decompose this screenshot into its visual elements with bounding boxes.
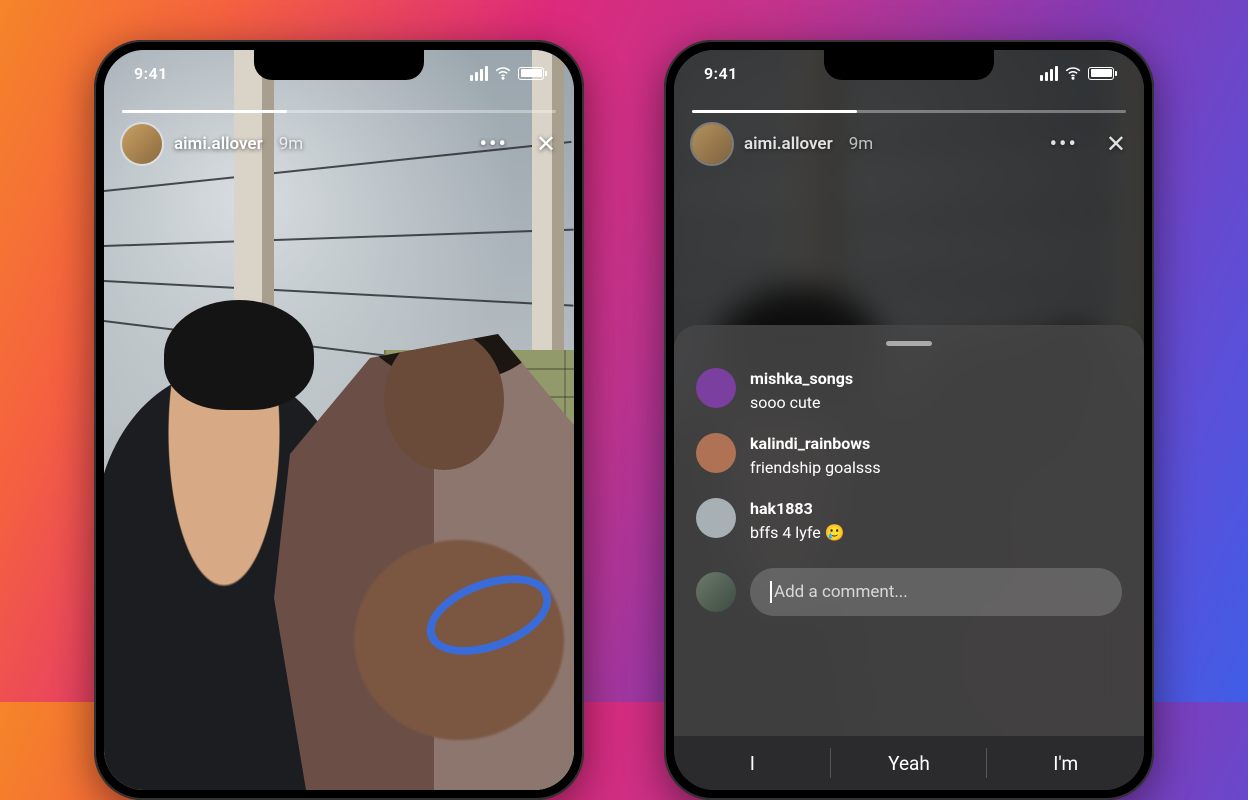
author-username[interactable]: aimi.allover <box>174 134 263 154</box>
author-username: aimi.allover <box>744 134 833 154</box>
device-notch <box>254 50 424 80</box>
status-time: 9:41 <box>134 64 168 83</box>
keyboard-suggestions: I Yeah I'm <box>674 736 1144 790</box>
story-header: aimi.allover 9m ••• ✕ <box>692 124 1126 164</box>
story-progress <box>692 110 1126 113</box>
more-options-button: ••• <box>1050 132 1078 157</box>
author-avatar <box>692 124 732 164</box>
screen: 9:41 aimi.allover 9m ••• ✕ <box>674 50 1144 790</box>
commenter-username[interactable]: mishka_songs <box>750 368 853 390</box>
comment-text: sooo cute <box>750 393 821 412</box>
sheet-grabber[interactable] <box>886 341 932 346</box>
keyboard-suggestion[interactable]: Yeah <box>831 736 988 790</box>
cellular-icon <box>1040 66 1058 81</box>
phone-story-view: 9:41 aimi.allover 9m ••• ✕ <box>94 40 584 800</box>
comments-sheet[interactable]: mishka_songs sooo cute kalindi_rainbows … <box>674 325 1144 790</box>
author-avatar[interactable] <box>122 124 162 164</box>
commenter-username[interactable]: kalindi_rainbows <box>750 433 881 455</box>
commenter-avatar[interactable] <box>696 368 736 408</box>
comment-text: bffs 4 lyfe 🥲 <box>750 523 845 542</box>
story-timestamp: 9m <box>849 134 873 154</box>
status-icons <box>1040 64 1114 82</box>
status-time: 9:41 <box>704 64 738 83</box>
close-button[interactable]: ✕ <box>536 130 556 158</box>
story-header: aimi.allover 9m ••• ✕ <box>122 124 556 164</box>
status-icons <box>470 64 544 82</box>
story-progress[interactable] <box>122 110 556 113</box>
comment-item[interactable]: hak1883 bffs 4 lyfe 🥲 <box>696 488 1122 553</box>
more-options-button[interactable]: ••• <box>480 132 508 157</box>
comment-input-row: Add a comment... <box>696 554 1122 632</box>
cellular-icon <box>470 66 488 81</box>
comment-text: friendship goalsss <box>750 458 881 477</box>
keyboard-suggestion[interactable]: I <box>674 736 831 790</box>
comment-item[interactable]: kalindi_rainbows friendship goalsss <box>696 423 1122 488</box>
close-button: ✕ <box>1106 130 1126 158</box>
story-timestamp: 9m <box>279 134 303 154</box>
wifi-icon <box>494 64 512 82</box>
commenter-username[interactable]: hak1883 <box>750 498 845 520</box>
comment-item[interactable]: mishka_songs sooo cute <box>696 358 1122 423</box>
current-user-avatar[interactable] <box>696 572 736 612</box>
commenter-avatar[interactable] <box>696 433 736 473</box>
comment-input[interactable]: Add a comment... <box>750 568 1122 616</box>
keyboard-suggestion[interactable]: I'm <box>987 736 1144 790</box>
screen: 9:41 aimi.allover 9m ••• ✕ <box>104 50 574 790</box>
commenter-avatar[interactable] <box>696 498 736 538</box>
battery-icon <box>518 67 544 80</box>
phone-comments-view: 9:41 aimi.allover 9m ••• ✕ <box>664 40 1154 800</box>
device-notch <box>824 50 994 80</box>
wifi-icon <box>1064 64 1082 82</box>
comment-placeholder: Add a comment... <box>774 582 908 602</box>
battery-icon <box>1088 67 1114 80</box>
